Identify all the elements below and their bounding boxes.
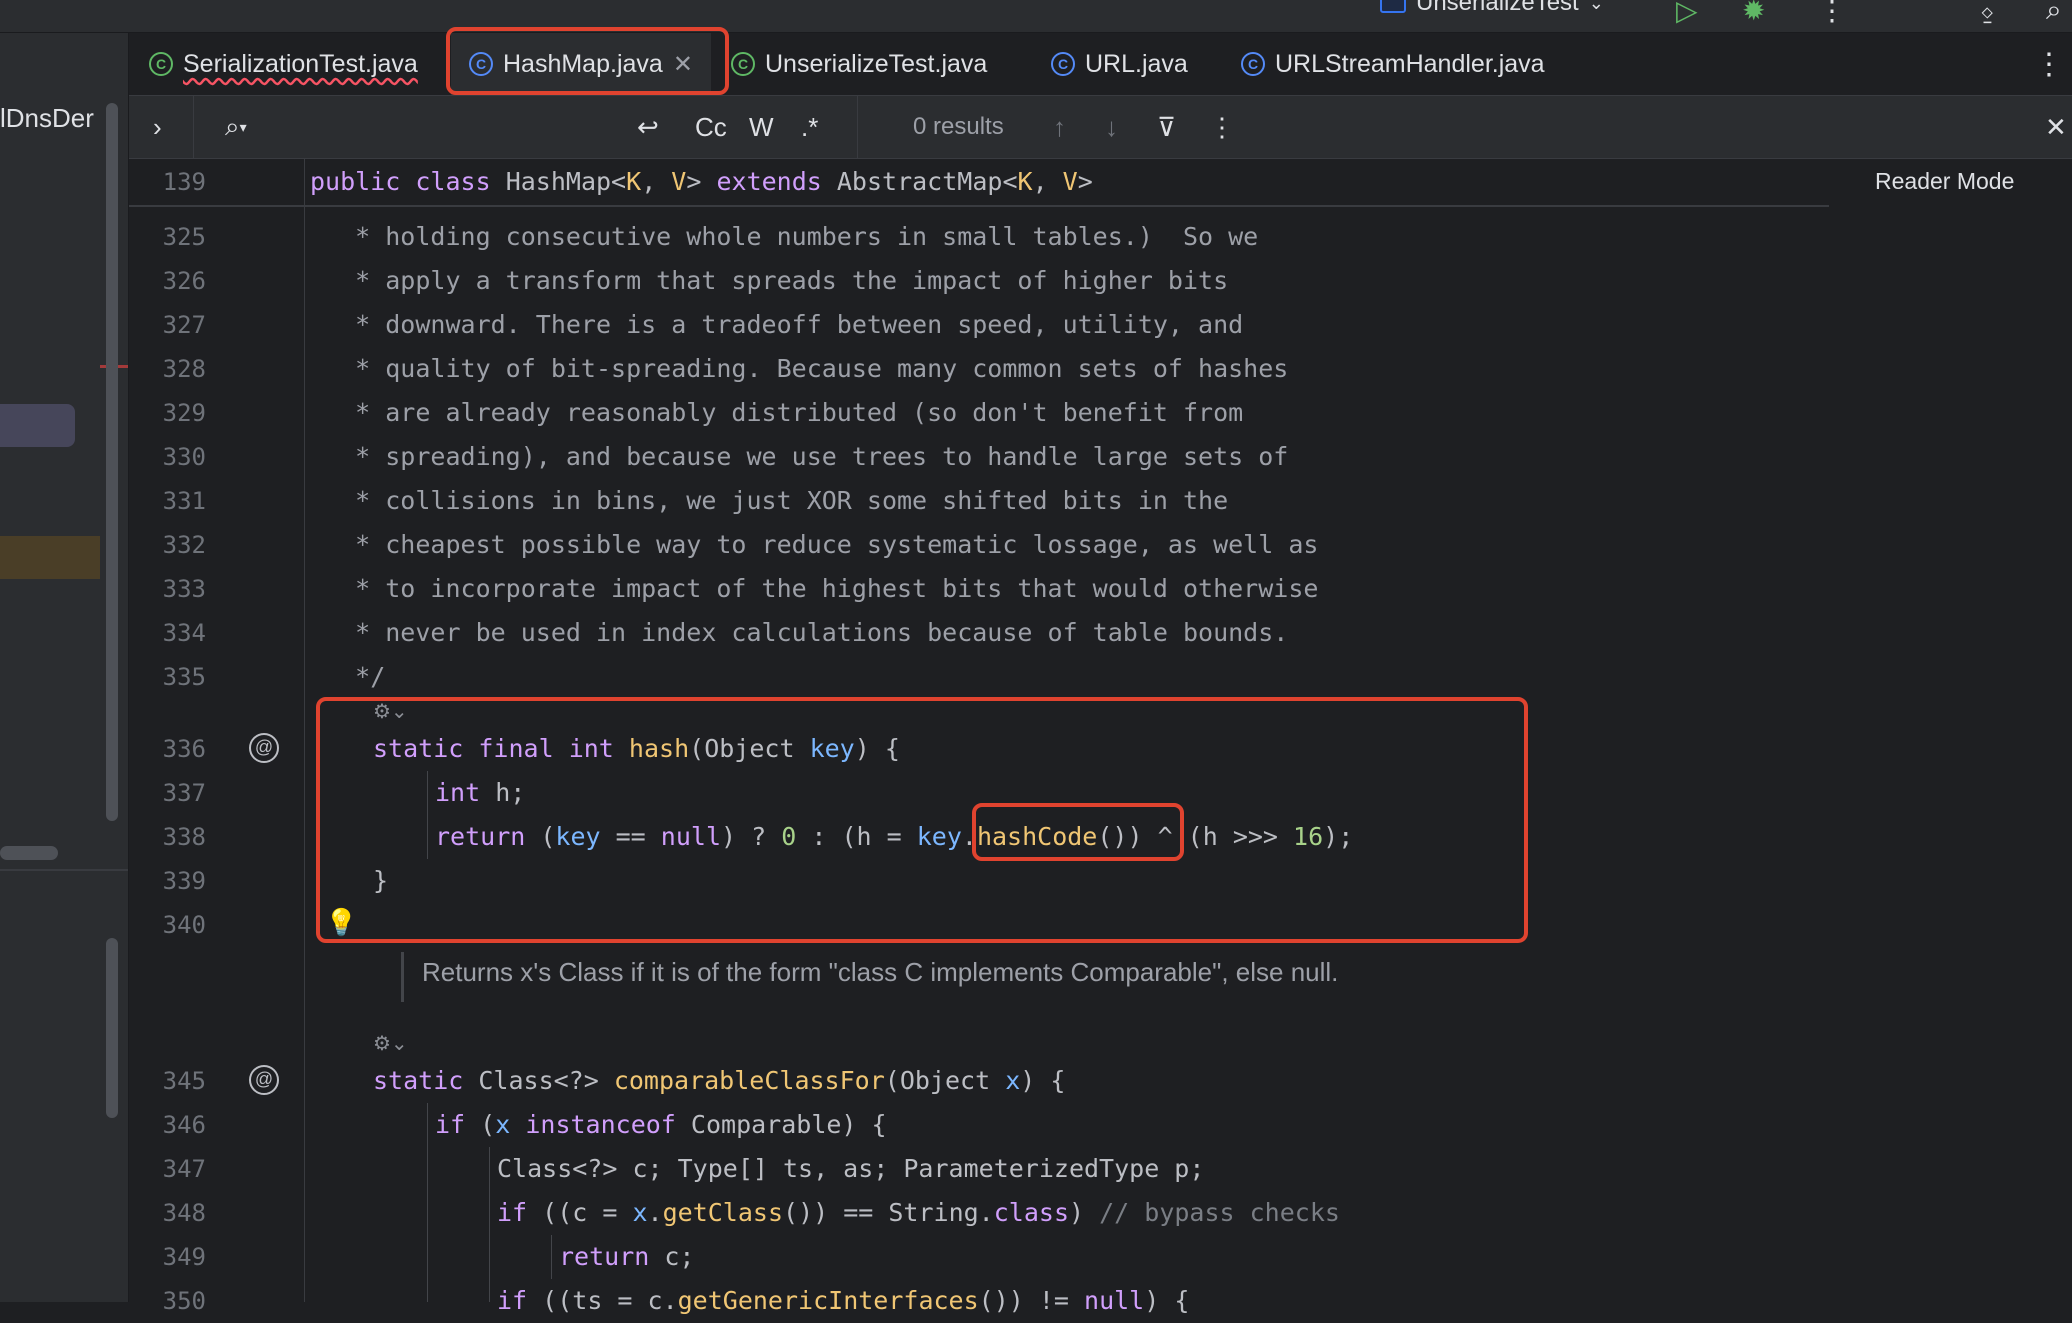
class-icon: C [1241, 52, 1265, 76]
previous-occurrence-icon[interactable]: ↑ [1053, 96, 1066, 158]
tab-label: SerializationTest.java [183, 49, 418, 78]
code-line: 347 Class<?> c; Type[] ts, as; Parameter… [162, 1154, 1205, 1183]
code-line: 335 */ [162, 662, 386, 691]
regex-toggle[interactable]: .* [801, 96, 818, 158]
title-bar: UnserializeTest ⌄ ▷ ✹ ⋮ ⍚ ⌕ [0, 0, 2072, 33]
chevron-down-icon: ⌄ [1588, 0, 1604, 13]
debug-icon[interactable]: ✹ [1742, 0, 1765, 27]
override-gutter-icon[interactable]: @ [249, 1065, 279, 1095]
divider [193, 96, 194, 158]
run-config-label: UnserializeTest [1416, 0, 1579, 16]
add-user-icon[interactable]: ⍚ [1980, 0, 1997, 27]
code-line: 329 * are already reasonably distributed… [162, 398, 1244, 427]
indent-guide [427, 1103, 428, 1302]
more-options-icon[interactable]: ⋮ [1209, 96, 1235, 158]
code-line: 345 @ static Class<?> comparableClassFor… [162, 1065, 1066, 1095]
tab-label: URLStreamHandler.java [1275, 49, 1545, 78]
tab-highlight-box [446, 27, 729, 95]
code-line: 327 * downward. There is a tradeoff betw… [162, 310, 1244, 339]
find-bar: › ⌕ ▾ ↩ Cc W .* 0 results ↑ ↓ ⊽ ⋮ ✕ [129, 96, 2072, 159]
lower-vertical-scrollbar[interactable] [106, 938, 118, 1118]
indent-guide [551, 1235, 552, 1279]
run-config-icon [1380, 0, 1406, 13]
line-number: 139 [162, 168, 206, 196]
close-icon[interactable]: ✕ [2045, 96, 2067, 158]
tab-label: UnserializeTest.java [765, 49, 988, 78]
code-line: 334 * never be used in index calculation… [162, 618, 1289, 647]
hashcode-highlight-box [972, 803, 1184, 861]
expand-replace-icon[interactable]: › [153, 96, 162, 158]
class-icon: C [149, 52, 173, 76]
tab-urlstreamhandler[interactable]: C URLStreamHandler.java [1241, 33, 1545, 95]
run-icon[interactable]: ▷ [1676, 0, 1698, 27]
tab-serializationtest[interactable]: C SerializationTest.java [141, 33, 426, 95]
code-line: 332 * cheapest possible way to reduce sy… [162, 530, 1319, 559]
code-line: 333 * to incorporate impact of the highe… [162, 574, 1319, 603]
more-options-icon[interactable]: ⋮ [1818, 0, 1846, 27]
filter-icon[interactable]: ⊽ [1157, 96, 1176, 158]
run-configuration-selector[interactable]: UnserializeTest ⌄ [1380, 0, 1604, 16]
whole-word-toggle[interactable]: W [749, 96, 774, 158]
match-case-toggle[interactable]: Cc [695, 96, 727, 158]
tab-unserializetest[interactable]: C UnserializeTest.java [731, 33, 987, 95]
code-line: 325 * holding consecutive whole numbers … [162, 222, 1259, 251]
code-line: public class HashMap<K, V> extends Abstr… [310, 167, 1093, 196]
code-line: 350 if ((ts = c.getGenericInterfaces()) … [162, 1286, 1190, 1315]
rendered-javadoc: Returns x's Class if it is of the form "… [401, 952, 1338, 1002]
next-occurrence-icon[interactable]: ↓ [1105, 96, 1118, 158]
method-highlight-box [316, 697, 1528, 943]
code-line: 326 * apply a transform that spreads the… [162, 266, 1229, 295]
left-vertical-scrollbar[interactable] [106, 103, 118, 821]
code-line: 349 return c; [162, 1242, 695, 1271]
tree-warning-highlight [0, 536, 100, 579]
search-icon[interactable]: ⌕ ▾ [225, 96, 247, 158]
more-tabs-icon[interactable]: ⋮ [2034, 47, 2064, 82]
code-line: 346 if (x instanceof Comparable) { [162, 1110, 887, 1139]
indent-guide [489, 1147, 490, 1302]
divider [857, 96, 858, 158]
project-tree-item[interactable]: lDnsDer [0, 103, 94, 134]
search-input[interactable] [269, 108, 633, 148]
tab-label: URL.java [1085, 49, 1188, 78]
code-line: 348 if ((c = x.getClass()) == String.cla… [162, 1198, 1340, 1227]
editor-tabs: C SerializationTest.java C HashMap.java … [129, 33, 2072, 96]
code-line: 328 * quality of bit-spreading. Because … [162, 354, 1289, 383]
left-horizontal-scrollbar[interactable] [0, 846, 58, 860]
new-line-icon[interactable]: ↩ [637, 96, 659, 158]
search-everywhere-icon[interactable]: ⌕ [2046, 0, 2062, 27]
override-gutter-icon[interactable]: @ [249, 733, 279, 763]
sticky-header-line[interactable]: 139 public class HashMap<K, V> extends A… [129, 159, 1829, 207]
class-icon: C [731, 52, 755, 76]
project-tool-window: lDnsDer [0, 33, 129, 1302]
ai-assistant-inlay-icon[interactable]: ⚙⌄ [373, 1031, 408, 1056]
search-results-count: 0 results [913, 113, 1004, 140]
panel-divider [0, 869, 128, 871]
reader-mode-button[interactable]: Reader Mode [1875, 168, 2014, 195]
code-line: 330 * spreading), and because we use tre… [162, 442, 1289, 471]
class-icon: C [1051, 52, 1075, 76]
code-line: 331 * collisions in bins, we just XOR so… [162, 486, 1229, 515]
tab-url[interactable]: C URL.java [1051, 33, 1188, 95]
tree-selection-highlight [0, 404, 75, 447]
